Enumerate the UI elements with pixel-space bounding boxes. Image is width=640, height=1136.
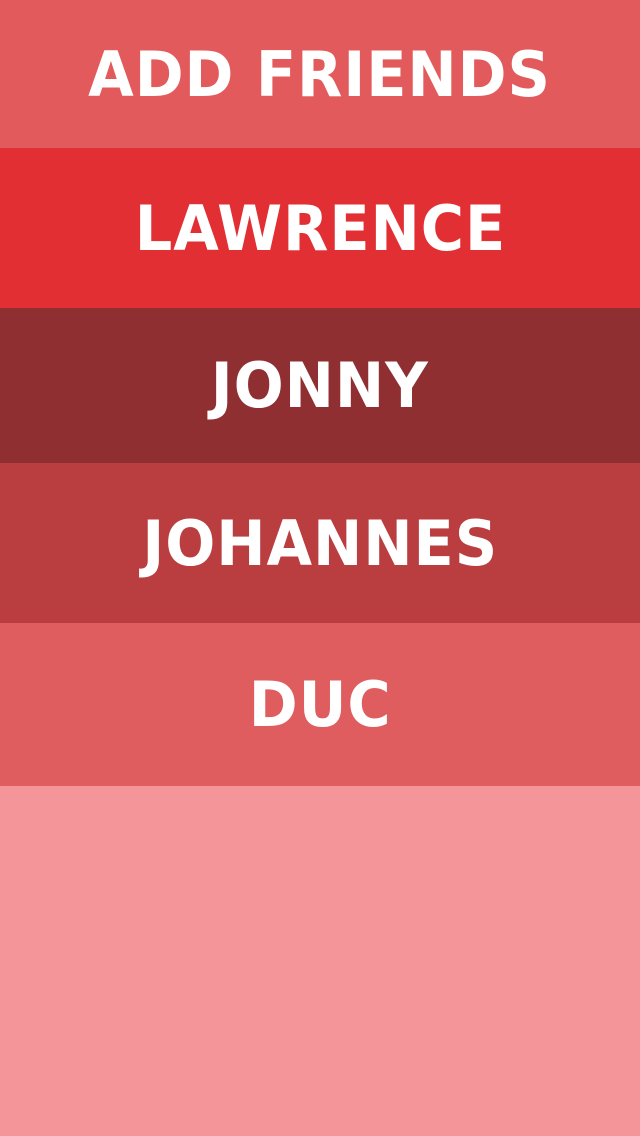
friend-name-label: DUC [248, 668, 392, 741]
friend-row-lawrence[interactable]: LAWRENCE [0, 148, 640, 308]
friend-row-jonny[interactable]: JONNY [0, 308, 640, 463]
add-friends-button[interactable]: ADD FRIENDS [0, 0, 640, 148]
friend-row-duc[interactable]: DUC [0, 623, 640, 786]
empty-list-area [0, 786, 640, 1136]
friend-name-label: LAWRENCE [134, 191, 506, 265]
friend-name-label: JONNY [211, 349, 429, 422]
add-friends-label: ADD FRIENDS [88, 37, 552, 111]
friend-row-johannes[interactable]: JOHANNES [0, 463, 640, 623]
friends-screen: ADD FRIENDS LAWRENCE JONNY JOHANNES DUC [0, 0, 640, 1136]
friend-name-label: JOHANNES [142, 506, 498, 580]
